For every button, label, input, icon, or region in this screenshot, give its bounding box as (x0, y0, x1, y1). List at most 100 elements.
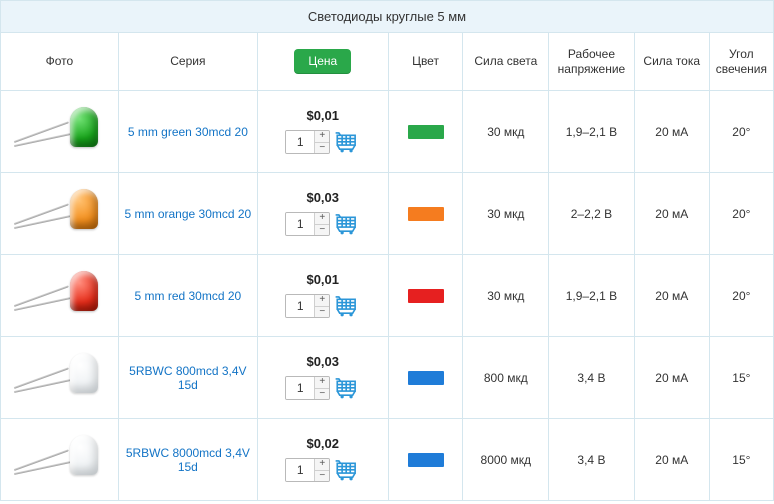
table-title: Светодиоды круглые 5 мм (1, 1, 774, 33)
cell-price: $0,01 + − (257, 91, 388, 173)
cell-voltage: 1,9–2,1 В (549, 255, 635, 337)
add-to-cart-button[interactable] (334, 375, 360, 402)
cell-intensity: 30 мкд (463, 255, 549, 337)
cart-icon (334, 211, 360, 238)
series-link[interactable]: 5RBWC 800mcd 3,4V 15d (129, 364, 246, 392)
led-bulb-icon (70, 353, 98, 393)
qty-plus-button[interactable]: + (315, 377, 329, 388)
price-value: $0,02 (262, 436, 384, 451)
cell-series: 5 mm green 30mcd 20 (118, 91, 257, 173)
cell-angle: 20° (709, 255, 773, 337)
cell-series: 5 mm orange 30mcd 20 (118, 173, 257, 255)
cell-color (388, 337, 463, 419)
qty-plus-button[interactable]: + (315, 295, 329, 306)
cell-price: $0,02 + − (257, 419, 388, 501)
qty-minus-button[interactable]: − (315, 306, 329, 317)
qty-plus-button[interactable]: + (315, 459, 329, 470)
col-header-series: Серия (118, 33, 257, 91)
cell-voltage: 3,4 В (549, 419, 635, 501)
led-bulb-icon (70, 435, 98, 475)
add-to-cart-button[interactable] (334, 457, 360, 484)
cell-voltage: 3,4 В (549, 337, 635, 419)
cell-color (388, 173, 463, 255)
col-header-angle: Угол свечения (709, 33, 773, 91)
cart-icon (334, 375, 360, 402)
cell-voltage: 1,9–2,1 В (549, 91, 635, 173)
quantity-stepper[interactable]: + − (285, 376, 330, 400)
price-value: $0,01 (262, 108, 384, 123)
col-header-photo: Фото (1, 33, 119, 91)
price-value: $0,01 (262, 272, 384, 287)
cell-voltage: 2–2,2 В (549, 173, 635, 255)
cell-current: 20 мА (634, 173, 709, 255)
quantity-stepper[interactable]: + − (285, 294, 330, 318)
cell-photo (1, 337, 119, 419)
series-link[interactable]: 5 mm red 30mcd 20 (134, 289, 241, 303)
cell-price: $0,03 + − (257, 173, 388, 255)
color-swatch (408, 125, 444, 139)
quantity-input[interactable] (286, 377, 314, 399)
table-row: 5RBWC 8000mcd 3,4V 15d $0,02 + − (1, 419, 774, 501)
series-link[interactable]: 5RBWC 8000mcd 3,4V 15d (126, 446, 250, 474)
add-to-cart-button[interactable] (334, 211, 360, 238)
col-header-color: Цвет (388, 33, 463, 91)
add-to-cart-button[interactable] (334, 129, 360, 156)
qty-minus-button[interactable]: − (315, 224, 329, 235)
cell-photo (1, 91, 119, 173)
cell-current: 20 мА (634, 255, 709, 337)
quantity-stepper[interactable]: + − (285, 130, 330, 154)
cell-angle: 15° (709, 419, 773, 501)
quantity-input[interactable] (286, 131, 314, 153)
col-header-current: Сила тока (634, 33, 709, 91)
led-bulb-icon (70, 271, 98, 311)
col-header-voltage: Рабочее напряжение (549, 33, 635, 91)
led-photo (14, 265, 104, 327)
led-photo (14, 183, 104, 245)
quantity-input[interactable] (286, 459, 314, 481)
cell-angle: 20° (709, 173, 773, 255)
led-photo (14, 101, 104, 163)
cell-intensity: 30 мкд (463, 91, 549, 173)
qty-plus-button[interactable]: + (315, 213, 329, 224)
table-row: 5 mm green 30mcd 20 $0,01 + − (1, 91, 774, 173)
table-row: 5RBWC 800mcd 3,4V 15d $0,03 + − (1, 337, 774, 419)
cell-price: $0,03 + − (257, 337, 388, 419)
cell-series: 5RBWC 800mcd 3,4V 15d (118, 337, 257, 419)
qty-minus-button[interactable]: − (315, 470, 329, 481)
cell-current: 20 мА (634, 419, 709, 501)
col-header-price[interactable]: Цена (257, 33, 388, 91)
quantity-input[interactable] (286, 295, 314, 317)
led-photo (14, 429, 104, 491)
cell-angle: 15° (709, 337, 773, 419)
quantity-stepper[interactable]: + − (285, 212, 330, 236)
cart-icon (334, 293, 360, 320)
add-to-cart-button[interactable] (334, 293, 360, 320)
quantity-stepper[interactable]: + − (285, 458, 330, 482)
cell-intensity: 8000 мкд (463, 419, 549, 501)
color-swatch (408, 289, 444, 303)
series-link[interactable]: 5 mm orange 30mcd 20 (124, 207, 251, 221)
cell-color (388, 419, 463, 501)
cell-series: 5RBWC 8000mcd 3,4V 15d (118, 419, 257, 501)
color-swatch (408, 453, 444, 467)
led-bulb-icon (70, 189, 98, 229)
cart-icon (334, 129, 360, 156)
cell-series: 5 mm red 30mcd 20 (118, 255, 257, 337)
series-link[interactable]: 5 mm green 30mcd 20 (128, 125, 248, 139)
cell-angle: 20° (709, 91, 773, 173)
qty-plus-button[interactable]: + (315, 131, 329, 142)
price-sort-badge[interactable]: Цена (294, 49, 351, 74)
price-value: $0,03 (262, 354, 384, 369)
price-value: $0,03 (262, 190, 384, 205)
color-swatch (408, 371, 444, 385)
color-swatch (408, 207, 444, 221)
qty-minus-button[interactable]: − (315, 142, 329, 153)
qty-minus-button[interactable]: − (315, 388, 329, 399)
led-photo (14, 347, 104, 409)
led-table: Светодиоды круглые 5 мм Фото Серия Цена … (0, 0, 774, 501)
cell-color (388, 91, 463, 173)
cell-intensity: 800 мкд (463, 337, 549, 419)
quantity-input[interactable] (286, 213, 314, 235)
cell-photo (1, 255, 119, 337)
cell-current: 20 мА (634, 337, 709, 419)
